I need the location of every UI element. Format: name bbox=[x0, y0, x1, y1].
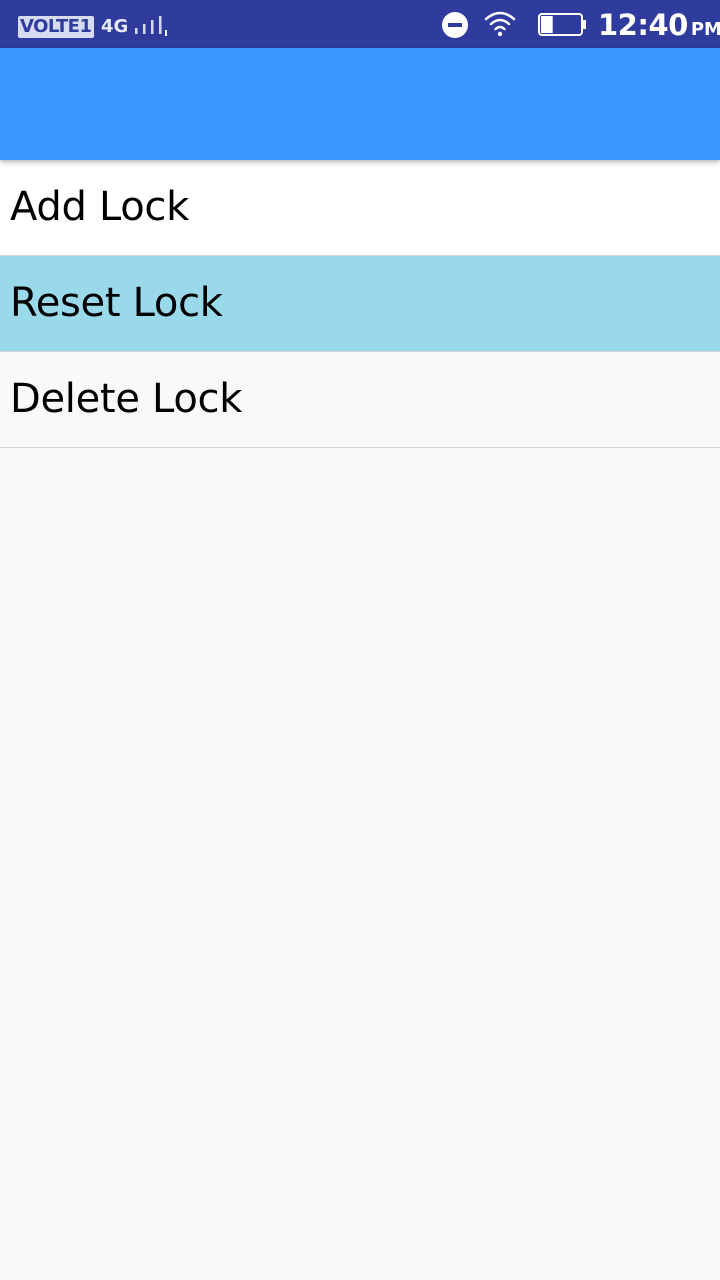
menu-item-delete-lock[interactable]: Delete Lock bbox=[0, 352, 720, 448]
clock-ampm: PM bbox=[690, 19, 720, 40]
empty-content-area bbox=[0, 448, 720, 1280]
app-bar bbox=[0, 48, 720, 160]
status-bar: VOLTE1 4G 12:40 PM bbox=[0, 0, 720, 48]
wifi-icon bbox=[484, 11, 516, 37]
menu-item-label: Delete Lock bbox=[10, 376, 243, 422]
volte-badge: VOLTE1 bbox=[18, 16, 94, 38]
dnd-icon bbox=[442, 12, 468, 38]
menu-item-reset-lock[interactable]: Reset Lock bbox=[0, 256, 720, 352]
network-type-label: 4G bbox=[101, 16, 129, 37]
menu-item-label: Add Lock bbox=[10, 184, 189, 230]
clock-time: 12:40 bbox=[598, 8, 688, 42]
menu-item-label: Reset Lock bbox=[10, 280, 223, 326]
signal-icon bbox=[135, 16, 167, 36]
lock-menu-list: Add Lock Reset Lock Delete Lock bbox=[0, 160, 720, 448]
menu-item-add-lock[interactable]: Add Lock bbox=[0, 160, 720, 256]
battery-icon bbox=[538, 13, 586, 36]
clock: 12:40 PM bbox=[598, 7, 720, 43]
